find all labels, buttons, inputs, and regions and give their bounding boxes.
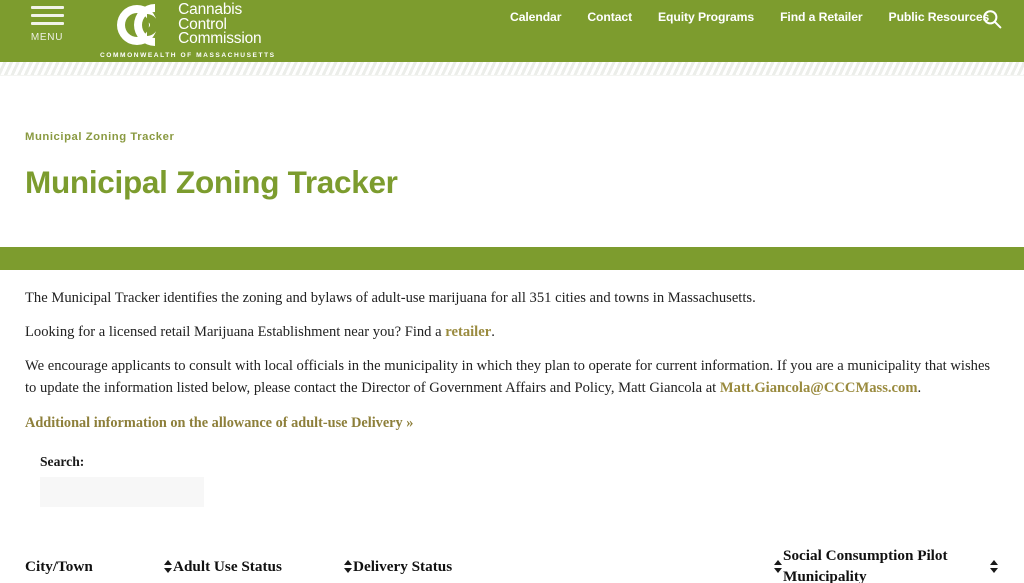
sort-both-icon — [990, 559, 999, 573]
intro-paragraph: The Municipal Tracker identifies the zon… — [25, 290, 756, 306]
retailer-paragraph-after: . — [491, 324, 495, 340]
logo-subtitle: COMMONWEALTH OF MASSACHUSETTS — [100, 52, 276, 59]
column-header-social-consumption[interactable]: Social Consumption Pilot Municipality — [783, 541, 999, 583]
search-label: Search: — [40, 454, 85, 469]
retailer-paragraph-before: Looking for a licensed retail Marijuana … — [25, 324, 446, 340]
nav-item-public-resources[interactable]: Public Resources — [889, 10, 990, 24]
contact-paragraph: We encourage applicants to consult with … — [25, 355, 995, 399]
sort-both-icon — [774, 559, 783, 573]
zoning-table: City/Town Adult Use Status Delivery Stat… — [25, 541, 999, 583]
zoning-table-container: City/Town Adult Use Status Delivery Stat… — [0, 541, 1024, 583]
column-header-city-town-label: City/Town — [25, 557, 93, 575]
nav-item-calendar[interactable]: Calendar — [510, 10, 561, 24]
column-header-adult-use-status-label: Adult Use Status — [173, 557, 282, 575]
nav-item-contact[interactable]: Contact — [587, 10, 632, 24]
primary-navigation: Calendar Contact Equity Programs Find a … — [510, 10, 989, 24]
search-input[interactable] — [40, 477, 204, 507]
menu-button[interactable]: MENU — [25, 6, 69, 43]
column-header-delivery-status-label: Delivery Status — [353, 557, 453, 575]
sort-both-icon — [344, 559, 353, 573]
column-header-adult-use-status[interactable]: Adult Use Status — [173, 541, 353, 583]
email-link[interactable]: Matt.Giancola@CCCMass.com — [720, 380, 918, 396]
hamburger-icon-line — [30, 14, 64, 17]
site-header: MENU Cannabis Control Commission COMMONW… — [0, 0, 1024, 62]
sort-both-icon — [164, 559, 173, 573]
interlocking-c-logo-icon — [117, 4, 159, 46]
nav-item-find-a-retailer[interactable]: Find a Retailer — [780, 10, 863, 24]
table-header: City/Town Adult Use Status Delivery Stat… — [25, 541, 999, 583]
page-head: Municipal Zoning Tracker Municipal Zonin… — [0, 76, 1024, 247]
menu-button-label: MENU — [30, 32, 64, 43]
hamburger-icon-line — [30, 6, 64, 9]
page-content: The Municipal Tracker identifies the zon… — [0, 270, 1024, 507]
site-logo[interactable]: Cannabis Control Commission COMMONWEALTH… — [100, 2, 276, 59]
column-header-delivery-status[interactable]: Delivery Status — [353, 541, 783, 583]
retailer-paragraph: Looking for a licensed retail Marijuana … — [25, 321, 995, 343]
column-header-city-town[interactable]: City/Town — [25, 541, 173, 583]
column-header-social-consumption-label: Social Consumption Pilot Municipality — [783, 547, 948, 583]
hamburger-icon-line — [30, 22, 64, 25]
delivery-info-link[interactable]: Additional information on the allowance … — [25, 415, 999, 432]
search-icon[interactable] — [982, 9, 1002, 29]
hatch-divider — [0, 62, 1024, 76]
page-title: Municipal Zoning Tracker — [25, 164, 398, 200]
logo-line-3: Commission — [178, 30, 262, 48]
green-divider-bar — [0, 247, 1024, 270]
nav-item-equity-programs[interactable]: Equity Programs — [658, 10, 754, 24]
contact-paragraph-after: . — [917, 380, 922, 396]
breadcrumb[interactable]: Municipal Zoning Tracker — [25, 76, 999, 143]
table-header-row: City/Town Adult Use Status Delivery Stat… — [25, 541, 999, 583]
search-filter: Search: — [25, 454, 999, 507]
retailer-link[interactable]: retailer — [445, 324, 491, 340]
